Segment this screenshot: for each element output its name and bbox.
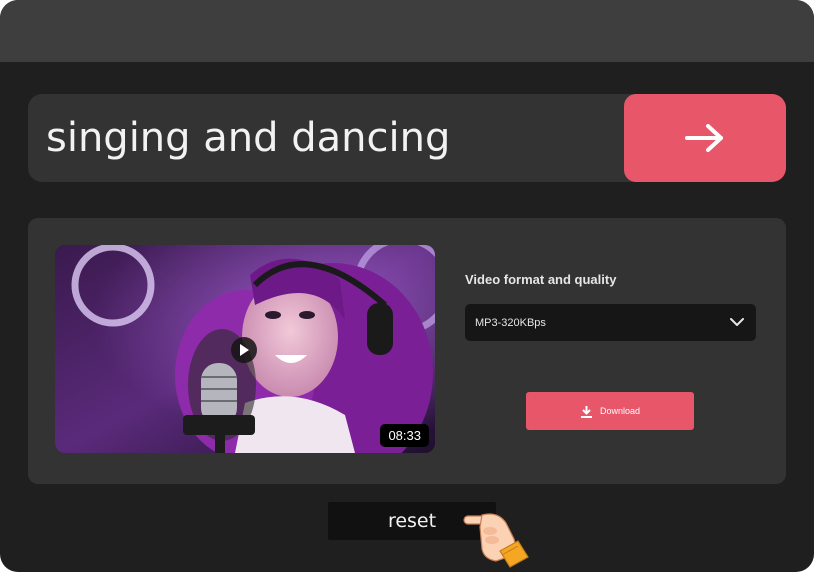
result-panel: 08:33 Video format and quality MP3-320KB… bbox=[28, 218, 786, 484]
play-icon bbox=[240, 344, 249, 356]
format-select[interactable]: MP3-320KBps bbox=[465, 304, 756, 341]
reset-label: reset bbox=[387, 510, 437, 532]
download-label: Download bbox=[599, 406, 641, 416]
pointing-hand-icon bbox=[463, 513, 529, 568]
app-window: singing and dancing 08:33 Video format a… bbox=[0, 0, 814, 572]
title-bar bbox=[0, 0, 814, 62]
search-bar: singing and dancing bbox=[28, 94, 786, 182]
video-duration: 08:33 bbox=[380, 424, 429, 447]
chevron-down-icon bbox=[730, 318, 744, 326]
download-icon bbox=[580, 405, 592, 418]
search-input[interactable]: singing and dancing bbox=[46, 94, 450, 182]
play-button[interactable] bbox=[231, 337, 257, 363]
arrow-right-icon bbox=[685, 124, 723, 152]
format-select-value: MP3-320KBps bbox=[475, 316, 546, 329]
video-thumbnail[interactable]: 08:33 bbox=[55, 245, 435, 453]
download-button[interactable]: Download bbox=[526, 392, 694, 430]
go-button[interactable] bbox=[624, 94, 786, 182]
format-label: Video format and quality bbox=[465, 272, 617, 287]
